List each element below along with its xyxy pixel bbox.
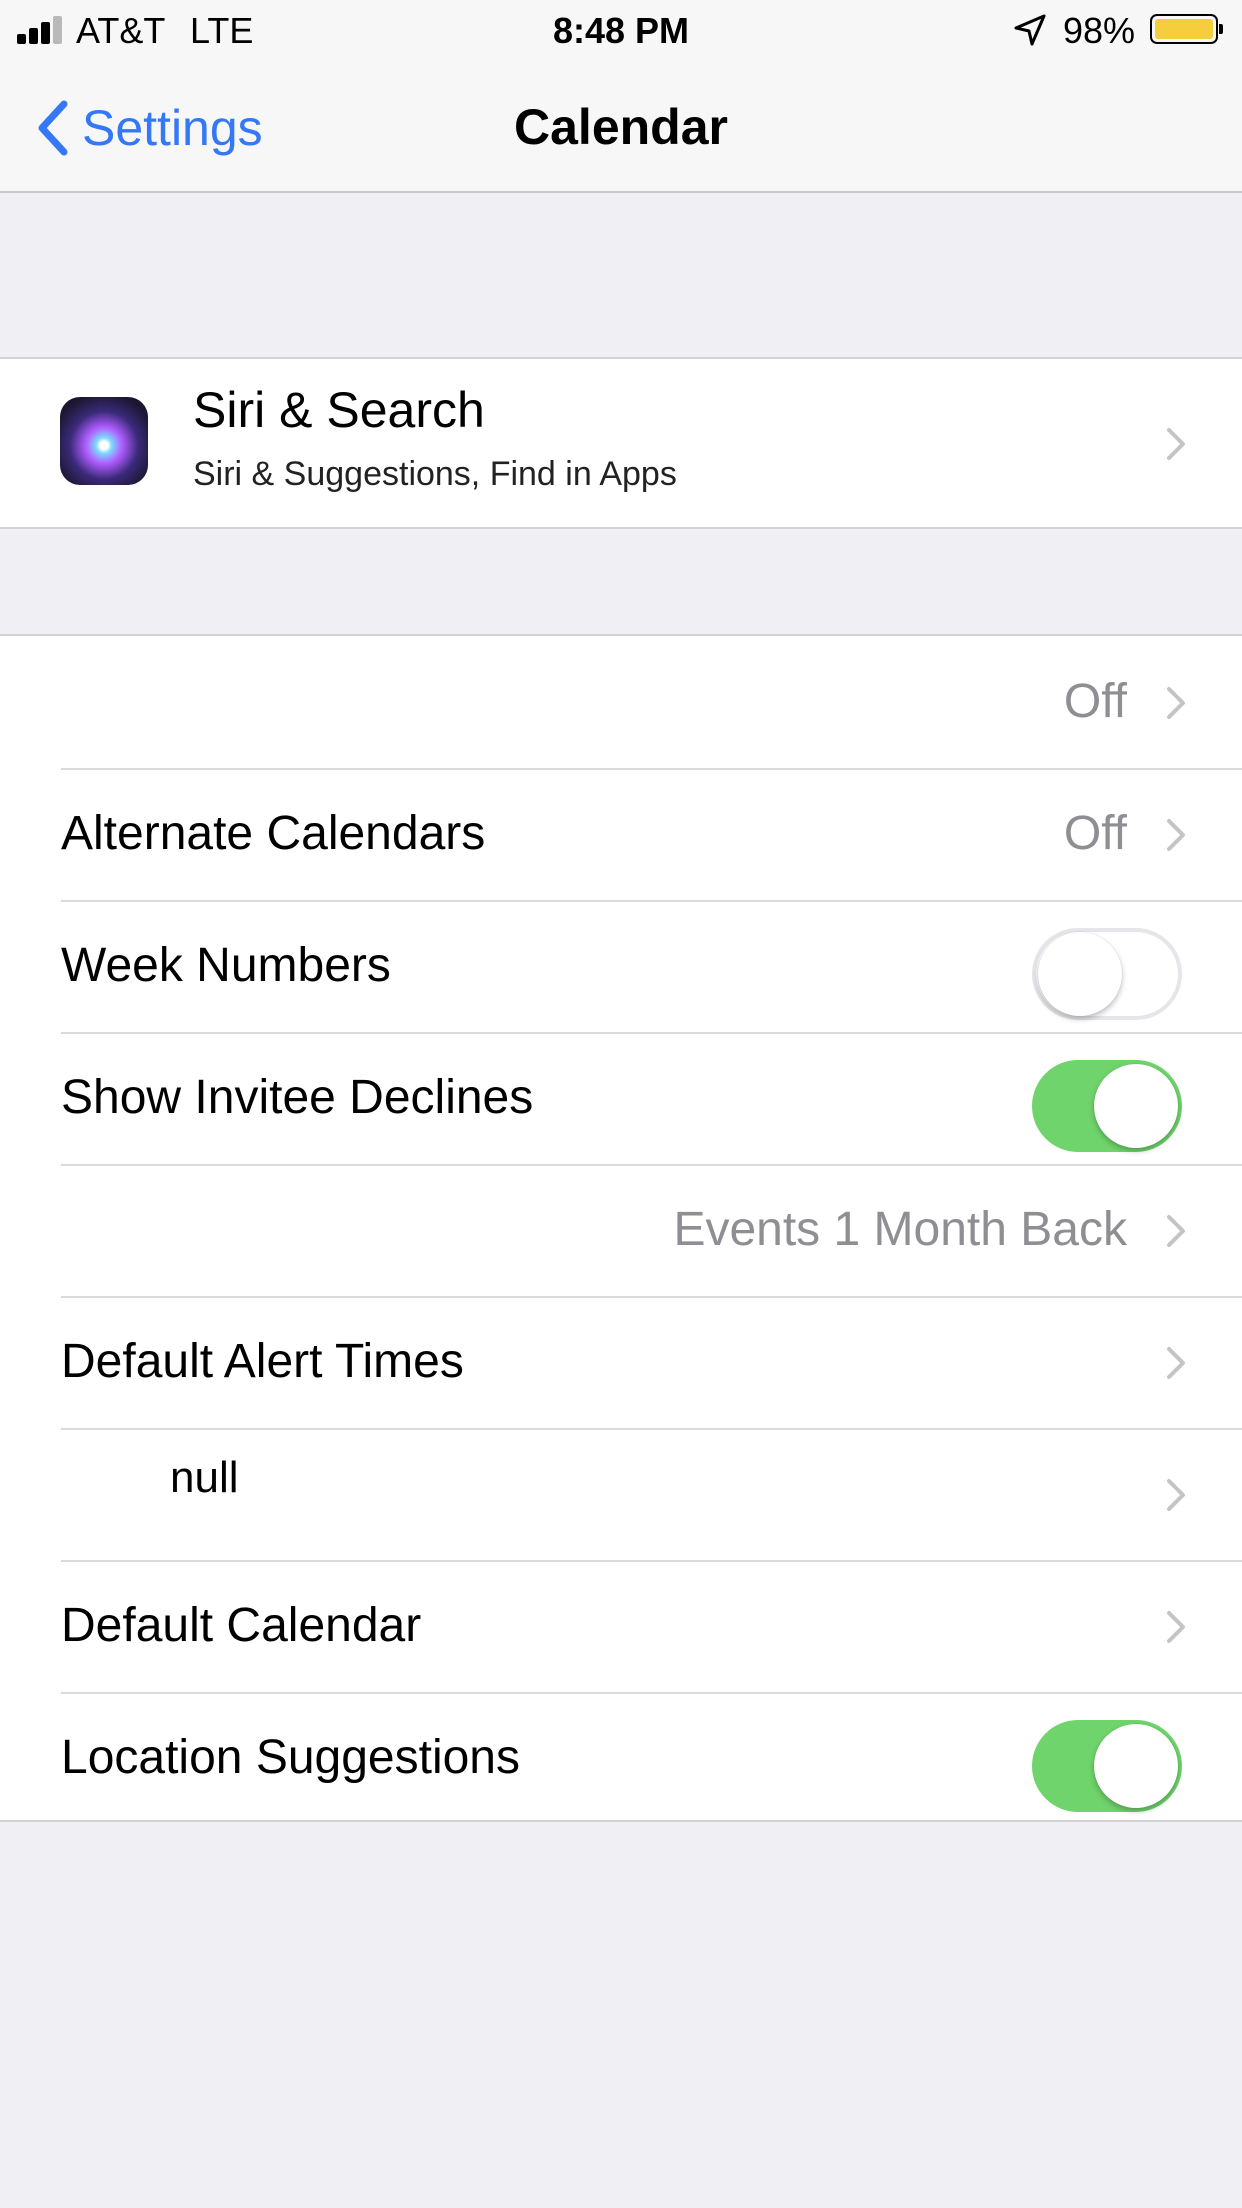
chevron-right-icon xyxy=(1167,687,1185,719)
chevron-right-icon xyxy=(1167,1611,1185,1643)
row-label: Week Numbers xyxy=(61,939,391,992)
row-default-calendar[interactable]: Default Calendar xyxy=(0,1560,1242,1692)
row-label: Default Alert Times xyxy=(61,1335,464,1388)
calendar-settings-list: Off Alternate Calendars Off Week Numbers… xyxy=(0,634,1242,1822)
row-show-invitee-declines: Show Invitee Declines xyxy=(0,1032,1242,1164)
row-label: Alternate Calendars xyxy=(61,807,486,860)
row-value: Off xyxy=(1063,807,1127,860)
chevron-right-icon xyxy=(1167,1479,1185,1511)
row-value: Off xyxy=(1063,675,1127,728)
row-label: Location Suggestions xyxy=(61,1731,520,1784)
chevron-right-icon xyxy=(1167,428,1185,460)
siri-search-row[interactable]: Siri & Search Siri & Suggestions, Find i… xyxy=(0,357,1242,529)
battery-percent: 98% xyxy=(1063,10,1136,51)
siri-icon xyxy=(60,397,148,485)
week-numbers-toggle[interactable] xyxy=(1032,928,1182,1020)
row-label: Default Calendar xyxy=(61,1599,422,1652)
chevron-right-icon xyxy=(1167,1215,1185,1247)
row-location-suggestions: Location Suggestions xyxy=(0,1692,1242,1824)
page-title: Calendar xyxy=(514,99,728,155)
battery-icon xyxy=(1150,14,1223,44)
location-suggestions-toggle[interactable] xyxy=(1032,1720,1182,1812)
row-null[interactable]: null xyxy=(0,1428,1242,1560)
row-label: null xyxy=(170,1453,239,1502)
row-week-numbers: Week Numbers xyxy=(0,900,1242,1032)
status-time: 8:48 PM xyxy=(552,10,690,51)
row-blank-off[interactable]: Off xyxy=(0,636,1242,768)
navigation-bar: AT&T LTE 8:48 PM 98% Settings Calendar xyxy=(0,0,1242,193)
show-invitee-declines-toggle[interactable] xyxy=(1032,1060,1182,1152)
row-label: Show Invitee Declines xyxy=(61,1071,534,1124)
row-sync[interactable]: Events 1 Month Back xyxy=(0,1164,1242,1296)
location-arrow-icon xyxy=(1014,14,1046,46)
siri-row-title: Siri & Search xyxy=(193,382,485,438)
row-alternate-calendars[interactable]: Alternate Calendars Off xyxy=(0,768,1242,900)
row-value: Events 1 Month Back xyxy=(673,1203,1127,1256)
chevron-right-icon xyxy=(1167,819,1185,851)
siri-row-subtitle: Siri & Suggestions, Find in Apps xyxy=(193,455,677,493)
status-bar: AT&T LTE 8:48 PM 98% xyxy=(0,0,1242,60)
row-default-alert-times[interactable]: Default Alert Times xyxy=(0,1296,1242,1428)
chevron-right-icon xyxy=(1167,1347,1185,1379)
